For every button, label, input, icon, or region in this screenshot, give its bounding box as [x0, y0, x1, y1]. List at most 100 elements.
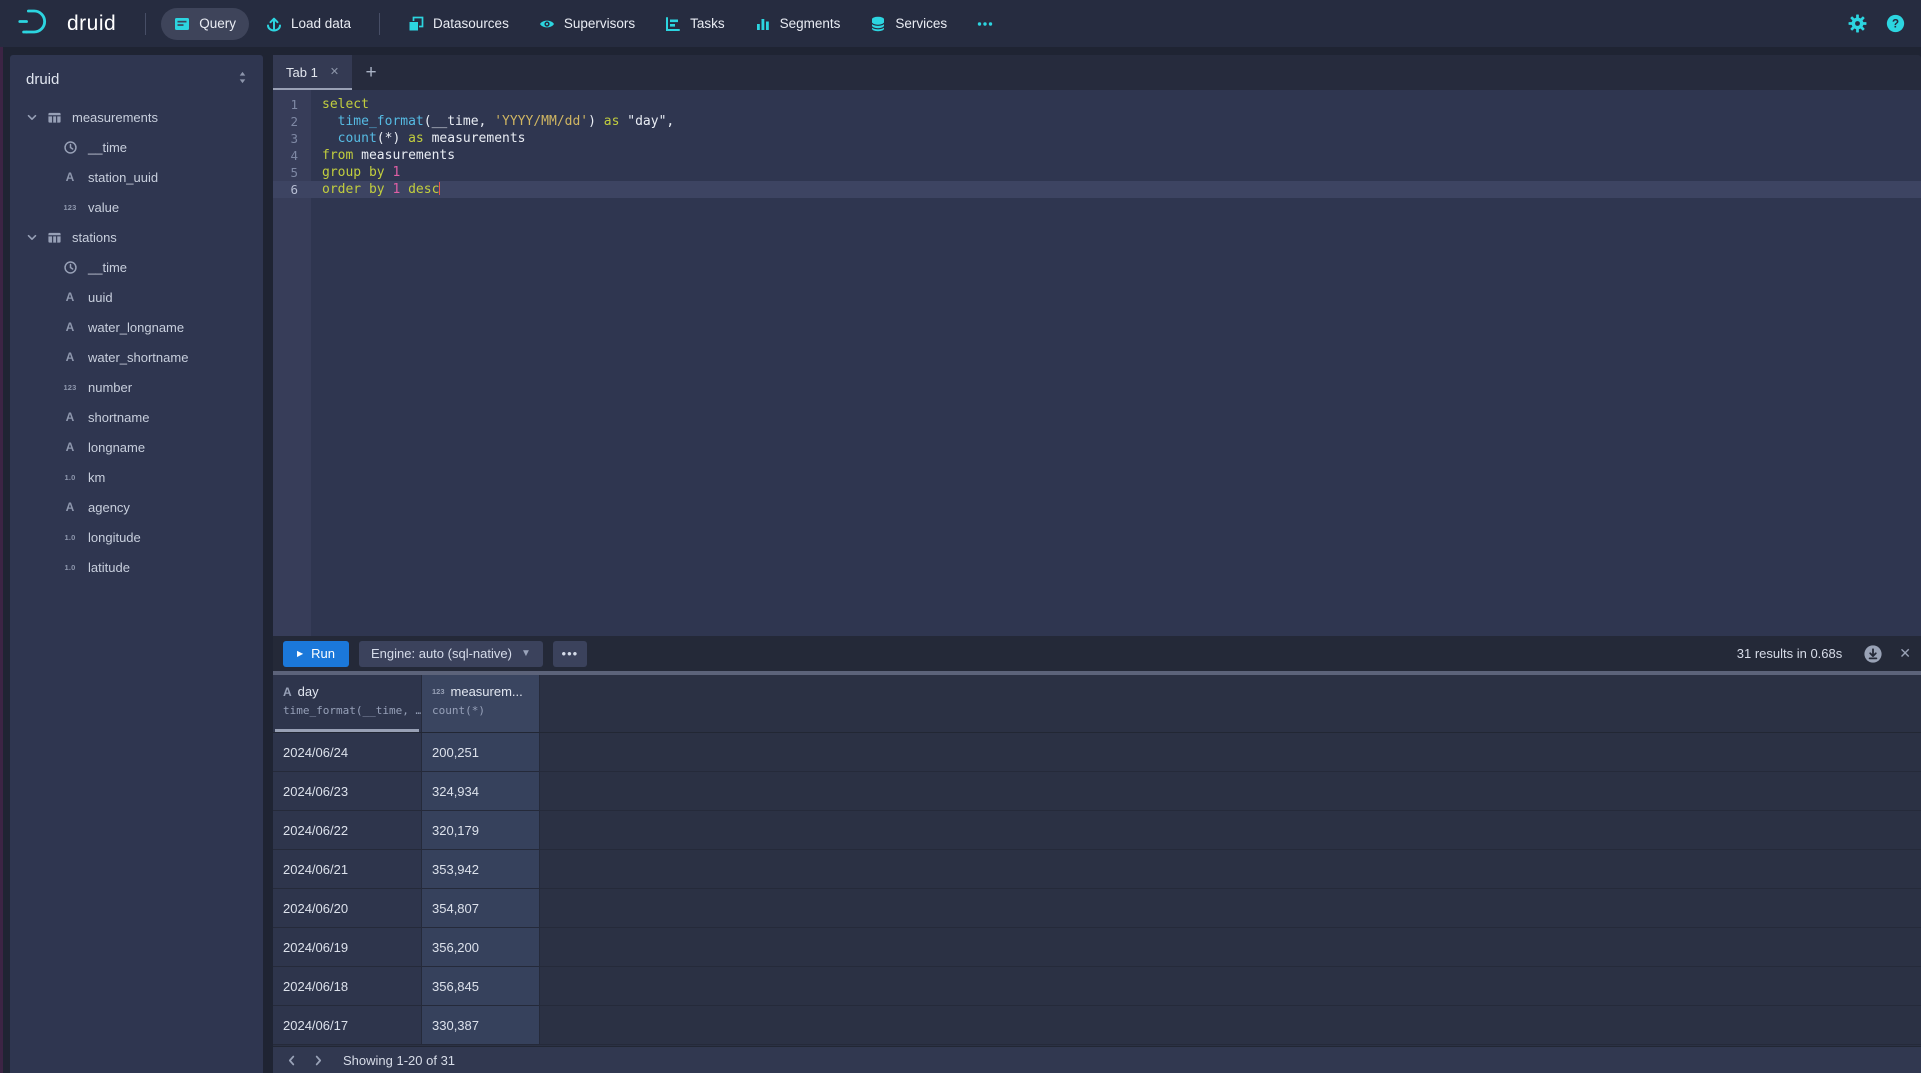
- nav-item-datasources[interactable]: Datasources: [395, 8, 522, 40]
- code-text: from measurements: [311, 147, 455, 164]
- nav-item-tasks[interactable]: Tasks: [652, 8, 738, 40]
- download-icon[interactable]: [1863, 644, 1883, 664]
- column-name: agency: [88, 500, 130, 515]
- tree-column-water_longname[interactable]: Awater_longname: [10, 312, 263, 342]
- schema-selector[interactable]: druid: [10, 55, 263, 102]
- column-name: water_longname: [88, 320, 184, 335]
- nav-item-label: Query: [199, 16, 236, 31]
- tab-1[interactable]: Tab 1 ✕: [273, 55, 352, 90]
- code-line-5[interactable]: 5group by 1: [273, 164, 1921, 181]
- cell-day[interactable]: 2024/06/24: [273, 733, 422, 771]
- tree-column-latitude[interactable]: 1.0latitude: [10, 552, 263, 582]
- table-row: 2024/06/17330,387: [273, 1006, 1921, 1045]
- time-type-icon: [62, 140, 78, 155]
- column-name: __time: [88, 260, 127, 275]
- table-row: 2024/06/23324,934: [273, 772, 1921, 811]
- sql-editor[interactable]: 1select2 time_format(__time, 'YYYY/MM/dd…: [273, 90, 1921, 636]
- cell-measurements[interactable]: 200,251: [422, 733, 540, 771]
- nav-divider: [379, 13, 380, 35]
- cell-day[interactable]: 2024/06/20: [273, 889, 422, 927]
- number-type-icon: 123: [432, 687, 445, 696]
- column-name: __time: [88, 140, 127, 155]
- cell-measurements[interactable]: 353,942: [422, 850, 540, 888]
- schema-tree: measurements__timeAstation_uuid123values…: [10, 102, 263, 582]
- column-expression: time_format(__time, …: [283, 704, 421, 717]
- query-more-button[interactable]: •••: [553, 641, 587, 667]
- run-bar: ▶ Run Engine: auto (sql-native) ▼ ••• 31…: [273, 636, 1921, 671]
- table-row: 2024/06/21353,942: [273, 850, 1921, 889]
- cell-measurements[interactable]: 320,179: [422, 811, 540, 849]
- code-line-4[interactable]: 4from measurements: [273, 147, 1921, 164]
- cell-measurements[interactable]: 356,845: [422, 967, 540, 1005]
- druid-logo[interactable]: druid: [16, 7, 116, 41]
- table-row: 2024/06/22320,179: [273, 811, 1921, 850]
- tree-column-longname[interactable]: Alongname: [10, 432, 263, 462]
- table-row: 2024/06/24200,251: [273, 733, 1921, 772]
- column-title: measurem...: [451, 684, 523, 699]
- nav-item-query[interactable]: Query: [161, 8, 249, 40]
- tree-column-station_uuid[interactable]: Astation_uuid: [10, 162, 263, 192]
- code-line-2[interactable]: 2 time_format(__time, 'YYYY/MM/dd') as "…: [273, 113, 1921, 130]
- chevron-down-icon: [24, 110, 40, 124]
- cell-day[interactable]: 2024/06/19: [273, 928, 422, 966]
- tree-column-value[interactable]: 123value: [10, 192, 263, 222]
- column-name: shortname: [88, 410, 149, 425]
- engine-label: Engine: auto (sql-native): [371, 646, 512, 661]
- nav-item-label: Datasources: [433, 16, 509, 31]
- column-header-1[interactable]: Adaytime_format(__time, …: [273, 675, 422, 732]
- line-number: 4: [273, 147, 311, 164]
- cell-measurements[interactable]: 324,934: [422, 772, 540, 810]
- tree-column-shortname[interactable]: Ashortname: [10, 402, 263, 432]
- tree-column-__time[interactable]: __time: [10, 252, 263, 282]
- text-cursor: [439, 182, 440, 195]
- code-line-6[interactable]: 6order by 1 desc: [273, 181, 1921, 198]
- line-number: 6: [273, 181, 311, 198]
- column-header-2[interactable]: 123measurem...count(*): [422, 675, 540, 732]
- tree-table-measurements[interactable]: measurements: [10, 102, 263, 132]
- tab-bar: Tab 1 ✕ +: [273, 55, 1921, 90]
- chevron-down-icon: [24, 230, 40, 244]
- nav-item-more[interactable]: [964, 8, 1006, 40]
- tab-close-icon[interactable]: ✕: [330, 67, 339, 78]
- tree-column-uuid[interactable]: Auuid: [10, 282, 263, 312]
- run-label: Run: [311, 646, 335, 661]
- sort-indicator: [275, 729, 419, 732]
- nav-item-label: Segments: [780, 16, 841, 31]
- column-name: longitude: [88, 530, 141, 545]
- page-prev-icon[interactable]: [279, 1048, 305, 1072]
- tree-column-km[interactable]: 1.0km: [10, 462, 263, 492]
- tree-column-longitude[interactable]: 1.0longitude: [10, 522, 263, 552]
- tree-table-stations[interactable]: stations: [10, 222, 263, 252]
- engine-select[interactable]: Engine: auto (sql-native) ▼: [359, 641, 543, 667]
- tree-column-__time[interactable]: __time: [10, 132, 263, 162]
- number-type-icon: 123: [62, 203, 78, 212]
- cell-day[interactable]: 2024/06/22: [273, 811, 422, 849]
- tree-column-water_shortname[interactable]: Awater_shortname: [10, 342, 263, 372]
- code-line-3[interactable]: 3 count(*) as measurements: [273, 130, 1921, 147]
- float-type-icon: 1.0: [62, 563, 78, 572]
- page-next-icon[interactable]: [305, 1048, 331, 1072]
- run-button[interactable]: ▶ Run: [283, 641, 349, 667]
- sort-swap-icon[interactable]: [236, 70, 249, 89]
- new-tab-button[interactable]: +: [352, 55, 390, 90]
- results-header: Adaytime_format(__time, …123measurem...c…: [273, 675, 1921, 733]
- nav-item-supervisors[interactable]: Supervisors: [526, 8, 648, 40]
- settings-gear-icon[interactable]: [1848, 14, 1867, 33]
- close-results-icon[interactable]: ✕: [1899, 645, 1911, 662]
- cell-day[interactable]: 2024/06/18: [273, 967, 422, 1005]
- cell-day[interactable]: 2024/06/23: [273, 772, 422, 810]
- tree-column-number[interactable]: 123number: [10, 372, 263, 402]
- help-icon[interactable]: ?: [1886, 14, 1905, 33]
- nav-item-load-data[interactable]: Load data: [253, 8, 364, 40]
- nav-item-services[interactable]: Services: [857, 8, 960, 40]
- cell-measurements[interactable]: 356,200: [422, 928, 540, 966]
- cell-measurements[interactable]: 330,387: [422, 1006, 540, 1044]
- tree-column-agency[interactable]: Aagency: [10, 492, 263, 522]
- cell-measurements[interactable]: 354,807: [422, 889, 540, 927]
- code-line-1[interactable]: 1select: [273, 96, 1921, 113]
- schema-sidebar: druid measurements__timeAstation_uuid123…: [10, 55, 263, 1073]
- nav-item-segments[interactable]: Segments: [742, 8, 854, 40]
- results-footer: Showing 1-20 of 31: [273, 1046, 1921, 1073]
- cell-day[interactable]: 2024/06/21: [273, 850, 422, 888]
- cell-day[interactable]: 2024/06/17: [273, 1006, 422, 1044]
